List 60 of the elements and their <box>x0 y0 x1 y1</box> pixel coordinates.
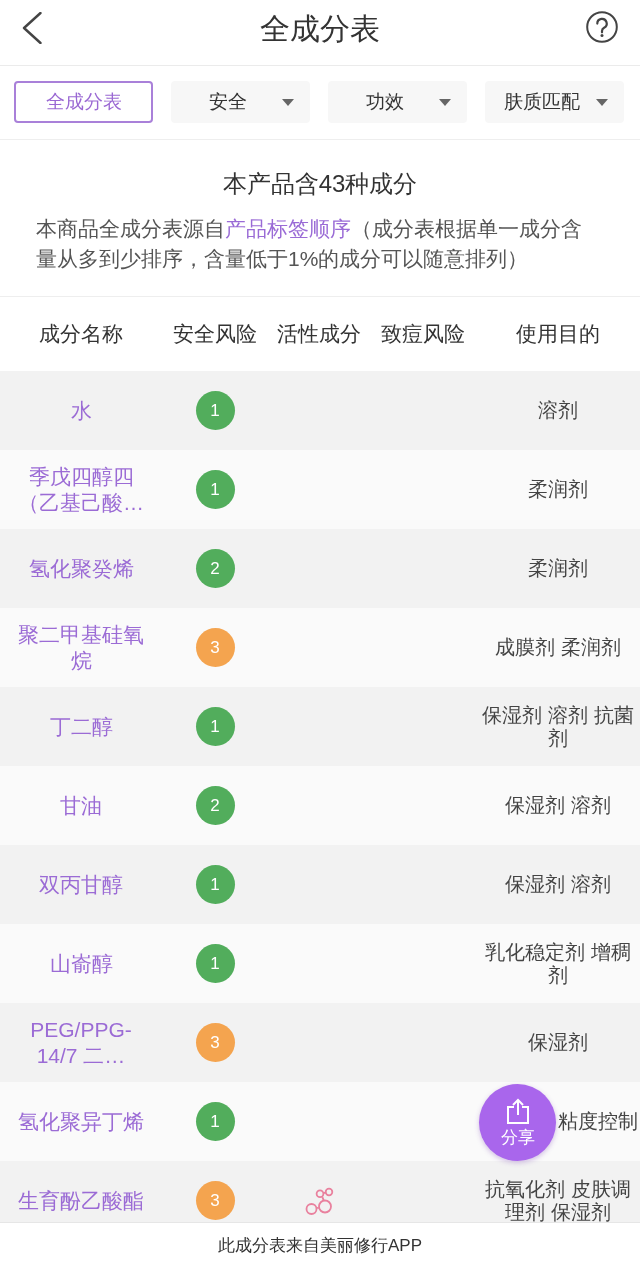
filter-tab[interactable]: 功效 <box>328 81 467 123</box>
page-title: 全成分表 <box>260 11 380 47</box>
purpose-text: 乳化稳定剂 增稠剂 <box>484 940 632 987</box>
purpose-text: 保湿剂 <box>528 1031 588 1054</box>
safety-badge: 3 <box>195 1023 235 1062</box>
purpose-text: 柔润剂 <box>528 478 588 501</box>
column-header: 成分名称 <box>39 321 123 347</box>
purpose-text: 溶剂 <box>538 399 578 422</box>
purpose-text: 保湿剂 溶剂 <box>505 794 611 817</box>
help-icon[interactable] <box>586 11 618 43</box>
back-icon[interactable] <box>22 12 42 44</box>
source-note: 此成分表来自美丽修行APP <box>218 1235 422 1257</box>
ingredient-name: 甘油 <box>60 792 102 819</box>
column-header: 致痘风险 <box>381 321 465 347</box>
safety-badge: 1 <box>195 1102 235 1141</box>
safety-badge: 1 <box>195 865 235 904</box>
table-row[interactable]: PEG/PPG-14/7 二… 3 保湿剂 <box>0 1003 640 1082</box>
ingredient-name: 水 <box>70 397 92 424</box>
table-row[interactable]: 甘油 2 保湿剂 溶剂 <box>0 766 640 845</box>
purpose-text: 柔润剂 <box>528 557 588 580</box>
table-row[interactable]: 水 1 溶剂 <box>0 371 640 450</box>
ingredient-name: 氢化聚癸烯 <box>28 555 134 582</box>
filter-tab[interactable]: 肤质匹配 <box>485 81 624 123</box>
description-text: 本商品全成分表源自产品标签顺序（成分表根据单一成分含量从多到少排序，含量低于1%的成分可以随意排列） <box>36 216 583 272</box>
column-header: 使用目的 <box>516 321 600 347</box>
label-order-link[interactable]: 产品标签顺序 <box>225 217 351 240</box>
table-row[interactable]: 双丙甘醇 1 保湿剂 溶剂 <box>0 845 640 924</box>
safety-badge: 1 <box>195 391 235 430</box>
safety-badge: 1 <box>195 707 235 746</box>
column-header: 活性成分 <box>277 321 361 347</box>
ingredient-name: 山嵛醇 <box>49 950 113 977</box>
safety-badge: 2 <box>195 549 235 588</box>
safety-badge: 3 <box>195 1181 235 1220</box>
purpose-text: 保湿剂 溶剂 抗菌剂 <box>481 703 635 750</box>
table-row[interactable]: 聚二甲基硅氧烷 3 成膜剂 柔润剂 <box>0 608 640 687</box>
safety-badge: 2 <box>195 786 235 825</box>
ingredient-count-title: 本产品含43种成分 <box>222 169 418 199</box>
purpose-text: 保湿剂 溶剂 <box>505 873 611 896</box>
ingredient-name: 氢化聚异丁烯 <box>18 1108 144 1135</box>
ingredient-name: 双丙甘醇 <box>39 871 123 898</box>
purpose-text: 粘度控制 <box>558 1110 638 1133</box>
share-icon <box>504 1098 531 1124</box>
purpose-text: 成膜剂 柔润剂 <box>495 636 621 659</box>
table-row[interactable]: 丁二醇 1 保湿剂 溶剂 抗菌剂 <box>0 687 640 766</box>
ingredient-name: 丁二醇 <box>49 713 113 740</box>
ingredient-name: PEG/PPG-14/7 二… <box>29 1016 133 1069</box>
safety-badge: 1 <box>195 470 235 509</box>
table-row[interactable]: 山嵛醇 1 乳化稳定剂 增稠剂 <box>0 924 640 1003</box>
safety-badge: 3 <box>195 628 235 667</box>
ingredient-name: 季戊四醇四（乙基己酸… <box>17 463 145 516</box>
purpose-text: 抗氧化剂 皮肤调理剂 保湿剂 <box>484 1177 632 1222</box>
table-row[interactable]: 氢化聚癸烯 2 柔润剂 <box>0 529 640 608</box>
filter-tab[interactable]: 全成分表 <box>14 81 153 123</box>
filter-tab[interactable]: 安全 <box>171 81 310 123</box>
ingredient-name: 生育酚乙酸酯 <box>18 1187 144 1214</box>
table-row[interactable]: 季戊四醇四（乙基己酸… 1 柔润剂 <box>0 450 640 529</box>
column-header: 安全风险 <box>173 321 257 347</box>
table-row[interactable]: 生育酚乙酸酯 3 抗氧化剂 皮肤调理剂 保湿剂 <box>0 1161 640 1222</box>
ingredient-name: 聚二甲基硅氧烷 <box>17 621 145 674</box>
safety-badge: 1 <box>195 944 235 983</box>
